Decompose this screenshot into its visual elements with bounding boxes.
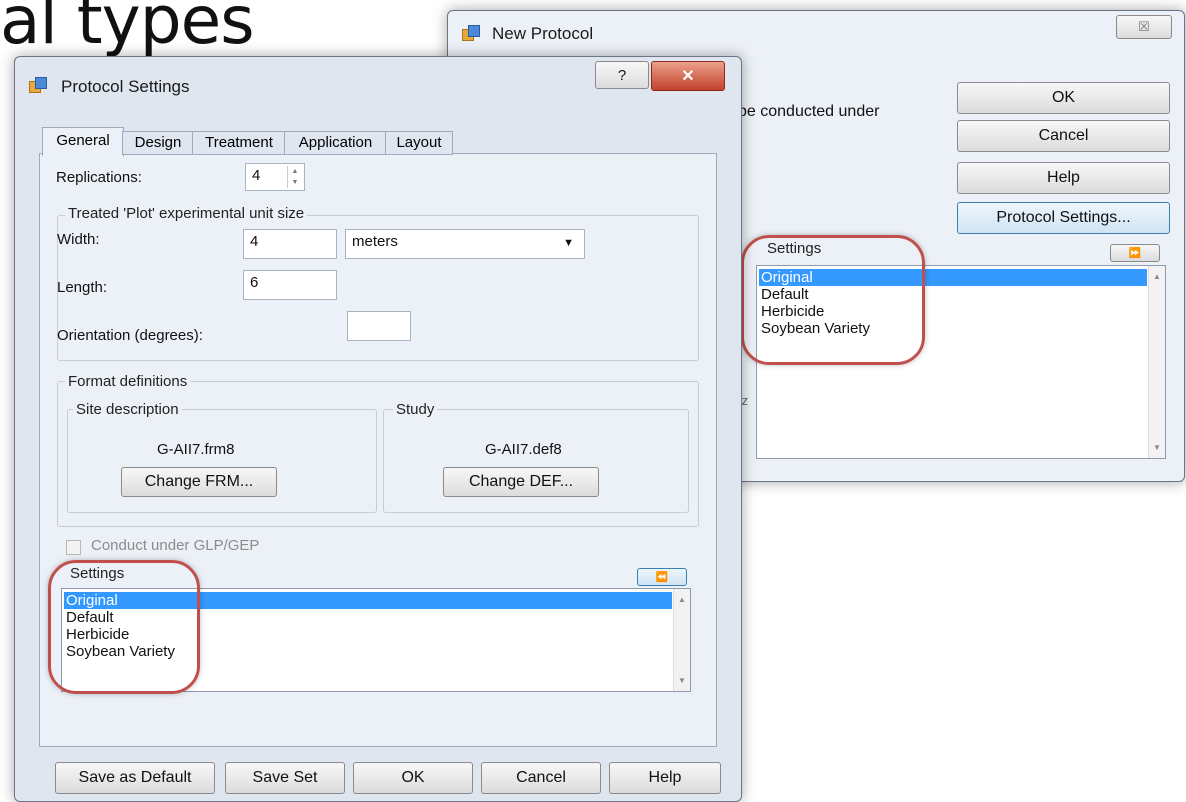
plot-size-legend: Treated 'Plot' experimental unit size bbox=[65, 205, 308, 222]
study-legend: Study bbox=[393, 401, 438, 418]
cancel-button[interactable]: Cancel bbox=[957, 120, 1170, 152]
site-file: G-AII7.frm8 bbox=[157, 441, 235, 458]
scroll-down-icon: ▼ bbox=[1153, 443, 1161, 452]
slide-title: al types bbox=[0, 0, 255, 59]
glp-checkbox[interactable] bbox=[66, 540, 81, 555]
width-field[interactable]: 4 bbox=[243, 229, 337, 259]
cancel-label: Cancel bbox=[1038, 127, 1089, 144]
close-icon: ✕ bbox=[681, 68, 695, 85]
protocol-settings-titlebar: Protocol Settings ? ✕ bbox=[15, 57, 741, 96]
tab-label: Application bbox=[298, 134, 373, 151]
cancel-label: Cancel bbox=[516, 769, 566, 786]
replications-value: 4 bbox=[252, 167, 261, 184]
study-group bbox=[383, 409, 689, 513]
tab-general[interactable]: General bbox=[42, 127, 124, 156]
ok-label: OK bbox=[401, 769, 425, 786]
cancel-button[interactable]: Cancel bbox=[481, 762, 601, 794]
replications-label: Replications: bbox=[56, 169, 142, 186]
spin-icon: ▲ ▼ bbox=[287, 166, 302, 188]
window-title: Protocol Settings bbox=[61, 77, 190, 96]
change-frm-button[interactable]: Change FRM... bbox=[121, 467, 277, 497]
help-button[interactable]: Help bbox=[609, 762, 721, 794]
window-title: New Protocol bbox=[492, 24, 594, 43]
change-def-button[interactable]: Change DEF... bbox=[443, 467, 599, 497]
ok-button[interactable]: OK bbox=[353, 762, 473, 794]
save-set-label: Save Set bbox=[252, 769, 318, 786]
chevron-down-icon: ▼ bbox=[563, 237, 574, 249]
save-set-button[interactable]: Save Set bbox=[225, 762, 345, 794]
scroll-down-icon: ▼ bbox=[678, 676, 686, 685]
vertical-scrollbar[interactable]: ▲ ▼ bbox=[673, 589, 690, 691]
new-protocol-titlebar: New Protocol ☒ bbox=[448, 11, 1184, 47]
tab-label: General bbox=[56, 132, 110, 149]
app-icon bbox=[29, 77, 47, 93]
format-definitions-legend: Format definitions bbox=[65, 373, 191, 390]
close-button[interactable]: ✕ bbox=[651, 61, 725, 91]
tab-treatment[interactable]: Treatment bbox=[192, 131, 286, 155]
tab-label: Layout bbox=[396, 134, 442, 151]
tab-design[interactable]: Design bbox=[122, 131, 194, 155]
site-description-group bbox=[67, 409, 377, 513]
app-icon bbox=[462, 25, 480, 41]
change-frm-label: Change FRM... bbox=[144, 473, 254, 490]
vertical-scrollbar[interactable]: ▲ ▼ bbox=[1148, 266, 1165, 458]
question-icon: ? bbox=[617, 66, 627, 84]
expand-settings-button[interactable]: ⏪ bbox=[637, 568, 687, 586]
ok-button[interactable]: OK bbox=[957, 82, 1170, 114]
units-select[interactable]: meters ▼ bbox=[345, 229, 585, 259]
save-as-default-button[interactable]: Save as Default bbox=[55, 762, 215, 794]
tab-layout[interactable]: Layout bbox=[385, 131, 453, 155]
tab-application[interactable]: Application bbox=[284, 131, 387, 155]
double-arrow-left-icon: ⏪ bbox=[655, 571, 669, 583]
orientation-field[interactable] bbox=[347, 311, 411, 341]
glp-label: Conduct under GLP/GEP bbox=[91, 537, 260, 554]
length-field[interactable]: 6 bbox=[243, 270, 337, 300]
units-value: meters bbox=[352, 233, 398, 250]
orientation-label: Orientation (degrees): bbox=[57, 327, 203, 344]
site-description-legend: Site description bbox=[73, 401, 182, 418]
protocol-settings-button[interactable]: Protocol Settings... bbox=[957, 202, 1170, 234]
length-label: Length: bbox=[57, 279, 108, 296]
help-button[interactable]: Help bbox=[957, 162, 1170, 194]
replications-stepper[interactable]: 4 ▲ ▼ bbox=[245, 163, 305, 191]
highlight-oval bbox=[741, 235, 925, 365]
close-button[interactable]: ☒ bbox=[1116, 15, 1172, 39]
help-label: Help bbox=[1047, 169, 1080, 186]
collapse-settings-button[interactable]: ⏩ bbox=[1110, 244, 1160, 262]
tab-label: Treatment bbox=[205, 134, 273, 151]
help-title-button[interactable]: ? bbox=[595, 61, 649, 89]
highlight-oval bbox=[48, 560, 200, 694]
scroll-up-icon: ▲ bbox=[678, 595, 686, 604]
double-arrow-right-icon: ⏩ bbox=[1128, 247, 1142, 259]
width-label: Width: bbox=[57, 231, 100, 248]
conducted-text: be conducted under bbox=[738, 103, 880, 120]
save-as-default-label: Save as Default bbox=[78, 769, 192, 786]
protocol-settings-label: Protocol Settings... bbox=[996, 209, 1131, 226]
study-file: G-AII7.def8 bbox=[485, 441, 562, 458]
tab-label: Design bbox=[134, 134, 182, 151]
change-def-label: Change DEF... bbox=[468, 473, 574, 490]
ok-label: OK bbox=[1051, 89, 1076, 106]
help-label: Help bbox=[648, 769, 682, 786]
scroll-up-icon: ▲ bbox=[1153, 272, 1161, 281]
protocol-settings-window: Protocol Settings ? ✕ General Design Tre… bbox=[14, 56, 742, 802]
close-icon: ☒ bbox=[1138, 19, 1150, 34]
